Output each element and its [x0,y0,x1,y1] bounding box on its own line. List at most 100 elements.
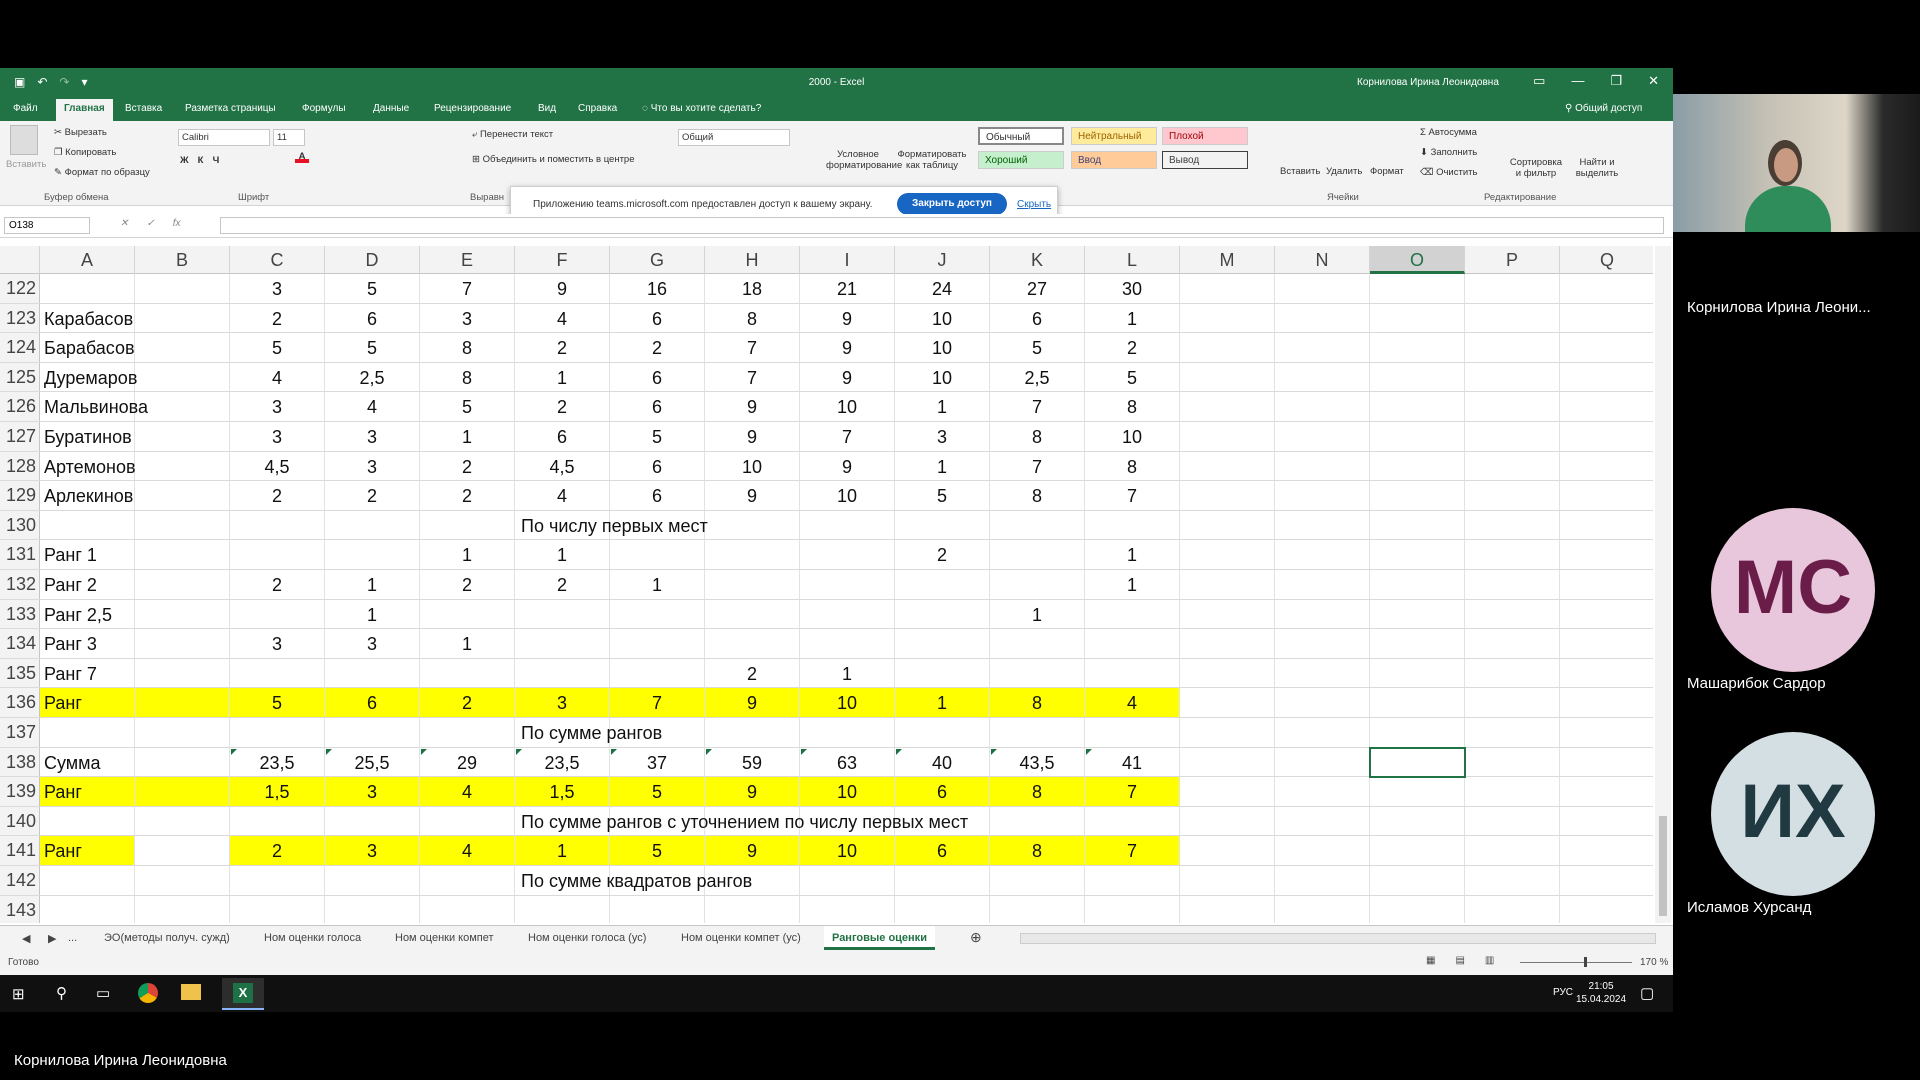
cell-value[interactable]: 4,5 [515,451,610,481]
share-button[interactable]: ⚲ Общий доступ [1565,103,1642,114]
row-header[interactable]: 128 [0,451,40,481]
cell-value[interactable]: 2 [515,333,610,362]
cell-value[interactable]: 1 [895,392,990,421]
more-sheets-button[interactable]: ... [68,932,77,944]
cell-label[interactable]: Мальвинова [40,392,148,421]
cell[interactable] [1465,629,1560,658]
cell[interactable] [1370,658,1465,688]
cell-value[interactable] [610,599,705,629]
column-header-p[interactable]: P [1465,246,1560,274]
row-header[interactable]: 143 [0,895,40,923]
cell[interactable] [1465,777,1560,806]
cell-label[interactable] [40,718,135,747]
cell-value[interactable]: 8 [990,777,1085,806]
cell-value[interactable]: 8 [990,688,1085,717]
cell[interactable] [1560,718,1653,747]
cell-value[interactable]: 4 [420,836,515,865]
cell[interactable] [135,540,230,569]
cell[interactable] [1275,540,1370,569]
cell[interactable] [1275,333,1370,362]
minimize-button[interactable]: — [1571,73,1584,89]
ribbon-display-icon[interactable]: ▭ [1533,73,1545,89]
cell-label[interactable]: Арлекинов [40,481,135,510]
cell[interactable] [1275,836,1370,865]
cell-value[interactable] [705,629,800,658]
cell-value[interactable]: 30 [1085,274,1180,303]
cell-label[interactable] [40,866,135,895]
cell[interactable] [1370,333,1465,362]
cell[interactable] [1180,747,1275,777]
cell-value[interactable] [230,540,325,569]
error-indicator-icon[interactable] [896,748,902,755]
cell-value[interactable] [325,866,420,895]
cell[interactable] [1560,748,1653,777]
format-cells-button[interactable]: Формат [1370,166,1404,177]
cell-label[interactable] [40,895,135,923]
cell[interactable] [1180,570,1275,599]
cell-value[interactable] [990,570,1085,599]
cell-value[interactable] [800,570,895,599]
column-header-l[interactable]: L [1085,246,1180,274]
cell-value[interactable]: 7 [1085,836,1180,865]
notifications-icon[interactable]: ▢ [1640,984,1654,1002]
column-header-b[interactable]: B [135,246,230,274]
find-select-button[interactable]: Найти и выделить [1568,157,1626,179]
cell-value[interactable] [1085,895,1180,923]
cell-label[interactable]: Ранг [40,688,135,717]
font-name-select[interactable]: Calibri [178,129,270,146]
cell-value[interactable] [325,718,420,747]
cell[interactable] [1275,747,1370,777]
cell-value[interactable]: 2 [230,836,325,865]
cell-value[interactable] [610,629,705,658]
cell[interactable] [135,747,230,777]
sort-filter-button[interactable]: Сортировка и фильтр [1506,157,1566,179]
column-header-k[interactable]: K [990,246,1085,274]
cell[interactable] [1560,333,1653,362]
cell[interactable] [1465,895,1560,923]
style-normal[interactable]: Обычный [978,127,1064,145]
vertical-scrollbar[interactable] [1655,246,1671,923]
cell-value[interactable]: 6 [325,303,420,333]
cell[interactable] [1560,363,1653,392]
cell[interactable] [1370,570,1465,599]
cell-value[interactable]: 8 [990,481,1085,510]
row-header[interactable]: 138 [0,747,40,777]
cell[interactable] [1275,866,1370,895]
cell-value[interactable]: 1 [800,658,895,688]
cell-value[interactable]: 2 [705,658,800,688]
cell[interactable] [135,688,230,717]
error-indicator-icon[interactable] [706,748,712,755]
cell-value[interactable]: 1 [420,629,515,658]
cell[interactable] [1465,806,1560,836]
cell[interactable] [1370,274,1465,303]
cell-label[interactable] [40,510,135,540]
row-header[interactable]: 126 [0,392,40,421]
next-sheet-icon[interactable]: ▶ [48,932,56,945]
cell-value[interactable]: 9 [705,836,800,865]
style-output[interactable]: Вывод [1162,151,1248,169]
cell[interactable] [1465,866,1560,895]
column-header-f[interactable]: F [515,246,610,274]
cell[interactable] [1465,510,1560,540]
row-header[interactable]: 135 [0,658,40,688]
cell-label[interactable]: Ранг 7 [40,658,135,688]
cell-value[interactable]: 4 [230,362,325,392]
cell-value[interactable] [990,540,1085,569]
column-header-e[interactable]: E [420,246,515,274]
cell[interactable] [135,481,230,510]
cell[interactable] [1370,836,1465,865]
cell-value[interactable]: 7 [990,392,1085,421]
zoom-slider[interactable] [1520,962,1632,963]
cell-value[interactable]: 2 [1085,333,1180,362]
row-header[interactable]: 127 [0,422,40,451]
cell-value[interactable]: 1,5 [230,777,325,806]
sheet-tab[interactable]: Ном оценки голоса (ус) [528,932,646,944]
cell-value[interactable]: 2 [420,481,515,510]
style-neutral[interactable]: Нейтральный [1071,127,1157,145]
excel-taskbar-button[interactable]: X [222,978,264,1010]
cell-value[interactable]: 8 [1085,392,1180,421]
cell-value[interactable]: 4 [515,481,610,510]
cell[interactable] [1465,422,1560,451]
add-sheet-icon[interactable]: ⊕ [970,929,982,946]
cell-value[interactable]: 1 [610,570,705,599]
